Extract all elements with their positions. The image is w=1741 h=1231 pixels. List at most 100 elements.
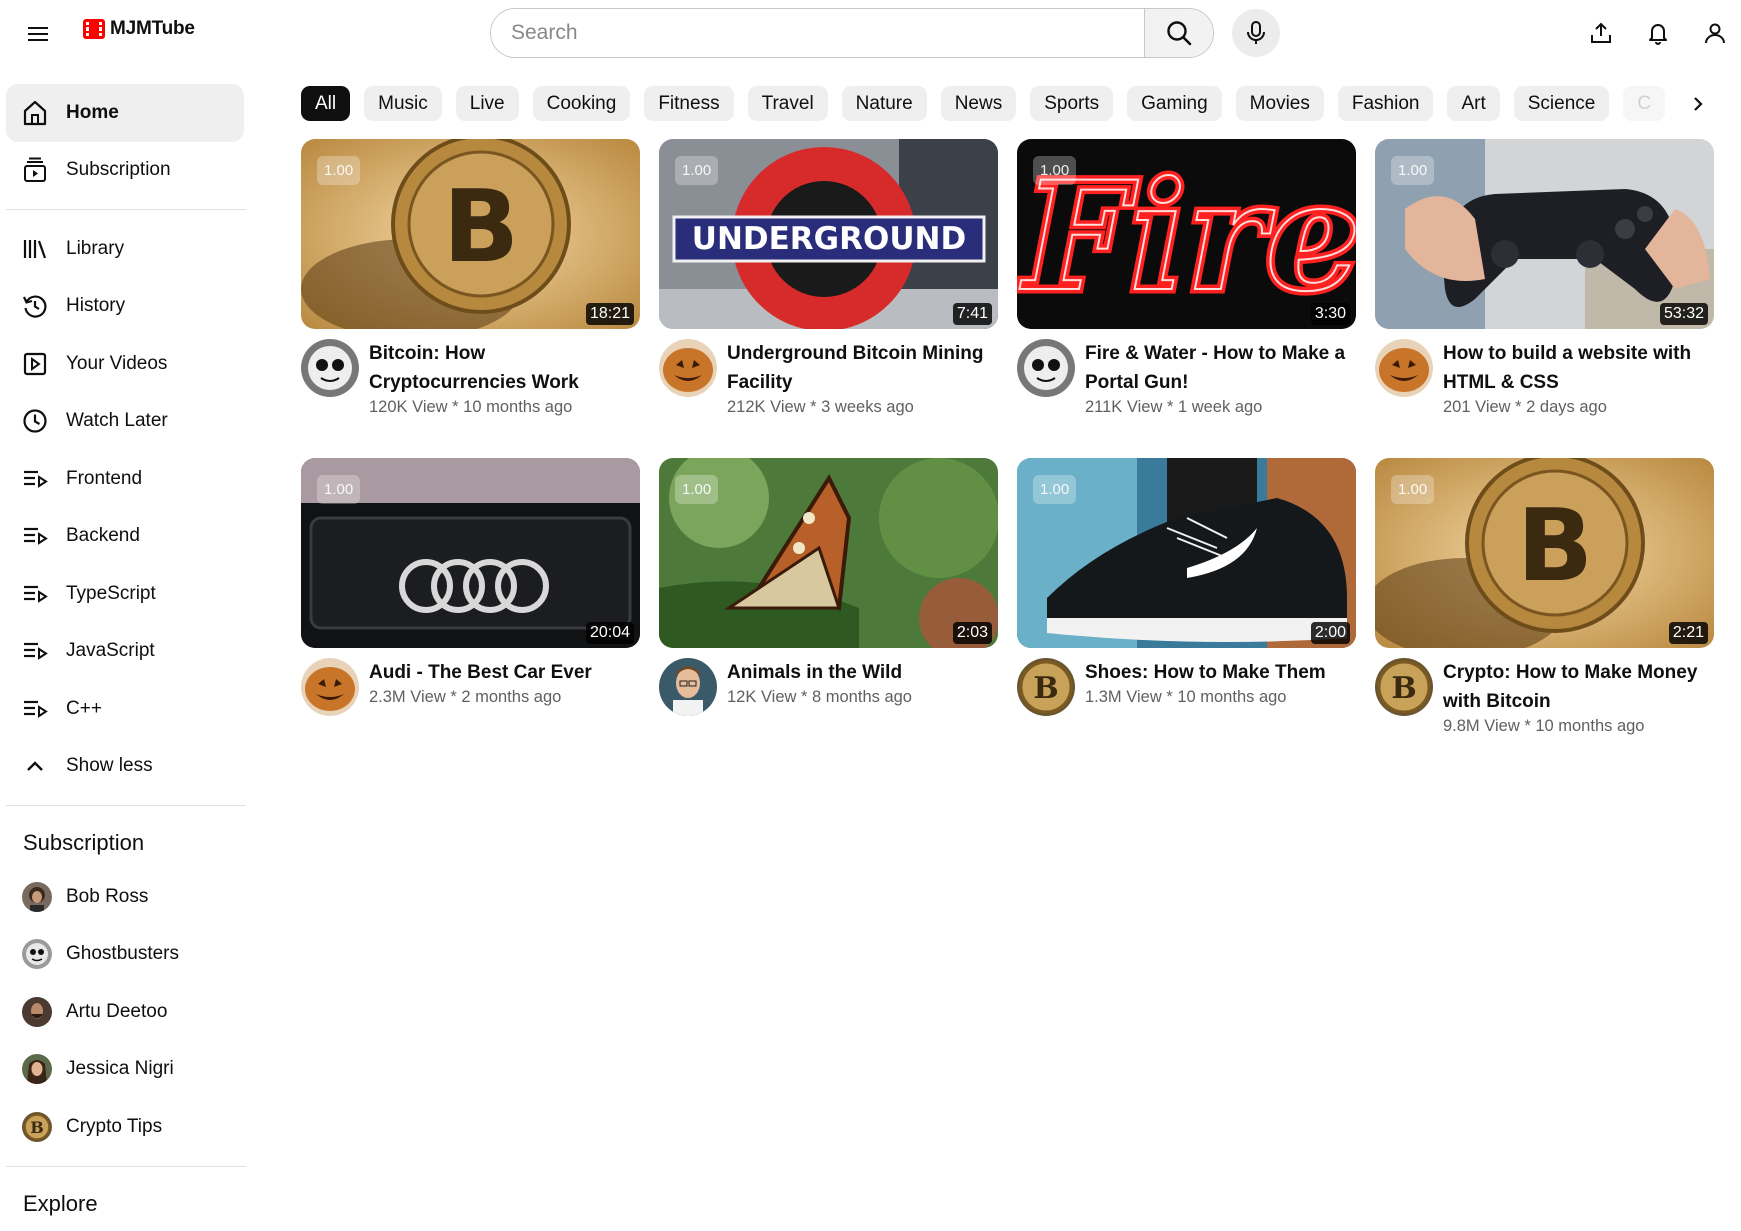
video-card[interactable]: UNDERGROUND 1.00 7:41 Underground Bitcoi… bbox=[659, 139, 998, 441]
chip-science[interactable]: Science bbox=[1513, 86, 1610, 121]
subscription-heading: Subscription bbox=[23, 830, 145, 855]
playback-speed: 1.00 bbox=[1391, 156, 1435, 185]
channel-avatar[interactable] bbox=[301, 339, 359, 397]
video-title[interactable]: Animals in the Wild 12K View * 8 months … bbox=[727, 658, 997, 708]
video-duration: 18:21 bbox=[585, 303, 634, 325]
video-thumbnail[interactable]: 1.00 20:04 bbox=[301, 458, 640, 648]
channel-avatar[interactable] bbox=[659, 339, 717, 397]
sidebar-item-label: Home bbox=[66, 101, 119, 123]
chip-gaming[interactable]: Gaming bbox=[1127, 86, 1222, 121]
subscription-bob-ross[interactable]: Bob Ross bbox=[6, 868, 244, 926]
video-card[interactable]: Fire Fire 1.00 3:30 Fire & Water - How t… bbox=[1017, 139, 1356, 441]
channel-avatar[interactable] bbox=[659, 658, 717, 716]
app-logo[interactable]: MJMTube bbox=[82, 18, 195, 40]
chip-music[interactable]: Music bbox=[364, 86, 442, 121]
video-card[interactable]: B 1.00 2:21 B Crypto: How to Make Money … bbox=[1375, 458, 1714, 760]
chip-art[interactable]: Art bbox=[1447, 86, 1500, 121]
chip-travel[interactable]: Travel bbox=[747, 86, 828, 121]
video-thumbnail[interactable]: 1.00 53:32 bbox=[1375, 139, 1714, 329]
video-stats: 201 View * 2 days ago bbox=[1443, 398, 1607, 416]
svg-text:B: B bbox=[1033, 671, 1058, 706]
video-thumbnail[interactable]: 1.00 2:03 bbox=[659, 458, 998, 648]
sidebar-item-typescript[interactable]: TypeScript bbox=[6, 565, 244, 623]
menu-icon[interactable] bbox=[18, 14, 58, 54]
video-title[interactable]: Fire & Water - How to Make a Portal Gun!… bbox=[1085, 339, 1355, 418]
user-icon[interactable] bbox=[1698, 16, 1732, 50]
channel-avatar[interactable]: B bbox=[1375, 658, 1433, 716]
sidebar-item-frontend[interactable]: Frontend bbox=[6, 450, 244, 508]
chevron-right-icon[interactable] bbox=[1680, 86, 1716, 122]
channel-avatar[interactable] bbox=[1375, 339, 1433, 397]
sidebar-item-label: Frontend bbox=[66, 467, 143, 489]
chip-sports[interactable]: Sports bbox=[1030, 86, 1114, 121]
video-thumbnail[interactable]: Fire Fire 1.00 3:30 bbox=[1017, 139, 1356, 329]
video-title[interactable]: Shoes: How to Make Them 1.3M View * 10 m… bbox=[1085, 658, 1355, 708]
subscription-ghostbusters[interactable]: Ghostbusters bbox=[6, 926, 244, 984]
playlist-icon bbox=[20, 464, 50, 494]
chip-fitness[interactable]: Fitness bbox=[644, 86, 734, 121]
playlist-icon bbox=[20, 521, 50, 551]
video-title[interactable]: How to build a website with HTML & CSS 2… bbox=[1443, 339, 1713, 418]
video-meta: Audi - The Best Car Ever 2.3M View * 2 m… bbox=[301, 648, 640, 760]
sidebar-item-history[interactable]: History bbox=[6, 278, 244, 336]
sidebar-item-your-videos[interactable]: Your Videos bbox=[6, 335, 244, 393]
channel-avatar[interactable] bbox=[301, 658, 359, 716]
sidebar-divider bbox=[6, 209, 246, 210]
video-title[interactable]: Bitcoin: How Cryptocurrencies Work 120K … bbox=[369, 339, 639, 418]
video-duration: 20:04 bbox=[585, 622, 634, 644]
video-card[interactable]: 1.00 2:00 B Shoes: How to Make Them 1.3M… bbox=[1017, 458, 1356, 760]
chip-news[interactable]: News bbox=[940, 86, 1017, 121]
subscription-crypto-tips[interactable]: B Crypto Tips bbox=[6, 1098, 244, 1156]
sidebar-item-home[interactable]: Home bbox=[6, 84, 244, 142]
sidebar-item-subscription[interactable]: Subscription bbox=[6, 142, 244, 200]
history-icon bbox=[20, 291, 50, 321]
sidebar-show-less[interactable]: Show less bbox=[6, 738, 244, 796]
subscription-jessica-nigri[interactable]: Jessica Nigri bbox=[6, 1041, 244, 1099]
sidebar-item-library[interactable]: Library bbox=[6, 220, 244, 278]
sidebar-item-label: Backend bbox=[66, 525, 140, 547]
video-card[interactable]: 1.00 53:32 How to build a website with H… bbox=[1375, 139, 1714, 441]
subscription-artu-deetoo[interactable]: Artu Deetoo bbox=[6, 983, 244, 1041]
chip-movies[interactable]: Movies bbox=[1235, 86, 1324, 121]
video-thumbnail[interactable]: B 1.00 18:21 bbox=[301, 139, 640, 329]
video-card[interactable]: 1.00 2:03 Animals in the Wild 12K View *… bbox=[659, 458, 998, 760]
chip-partial[interactable]: C bbox=[1623, 86, 1666, 121]
video-title[interactable]: Crypto: How to Make Money with Bitcoin 9… bbox=[1443, 658, 1713, 737]
video-card[interactable]: 1.00 20:04 Audi - The Best Car Ever 2.3M… bbox=[301, 458, 640, 760]
sidebar-item-cpp[interactable]: C++ bbox=[6, 680, 244, 738]
video-card[interactable]: B 1.00 18:21 Bitcoin: How Cryptocurrenci… bbox=[301, 139, 640, 441]
sidebar-item-label: Library bbox=[66, 237, 125, 259]
video-duration: 2:03 bbox=[952, 622, 992, 644]
sidebar-item-backend[interactable]: Backend bbox=[6, 508, 244, 566]
video-thumbnail[interactable]: 1.00 2:00 bbox=[1017, 458, 1356, 648]
video-duration: 2:00 bbox=[1310, 622, 1350, 644]
sidebar-item-label: C++ bbox=[66, 697, 102, 719]
channel-avatar[interactable] bbox=[1017, 339, 1075, 397]
video-thumbnail[interactable]: UNDERGROUND 1.00 7:41 bbox=[659, 139, 998, 329]
sidebar-item-label: Show less bbox=[66, 755, 153, 777]
search-button[interactable] bbox=[1144, 9, 1213, 57]
channel-avatar[interactable]: B bbox=[1017, 658, 1075, 716]
voice-search-button[interactable] bbox=[1232, 9, 1280, 57]
video-meta: B Crypto: How to Make Money with Bitcoin… bbox=[1375, 648, 1714, 760]
chip-cooking[interactable]: Cooking bbox=[532, 86, 631, 121]
sidebar-item-javascript[interactable]: JavaScript bbox=[6, 623, 244, 681]
avatar bbox=[22, 939, 52, 970]
bell-icon[interactable] bbox=[1641, 16, 1675, 50]
video-title-text: Crypto: How to Make Money with Bitcoin bbox=[1443, 662, 1698, 712]
video-title[interactable]: Audi - The Best Car Ever 2.3M View * 2 m… bbox=[369, 658, 639, 708]
video-stats: 212K View * 3 weeks ago bbox=[727, 398, 914, 416]
chip-all[interactable]: All bbox=[301, 86, 351, 121]
sidebar-item-watch-later[interactable]: Watch Later bbox=[6, 393, 244, 451]
video-stats: 211K View * 1 week ago bbox=[1085, 398, 1263, 416]
chip-fashion[interactable]: Fashion bbox=[1337, 86, 1434, 121]
logo-icon bbox=[82, 18, 106, 40]
playback-speed: 1.00 bbox=[1391, 475, 1435, 504]
video-thumbnail[interactable]: B 1.00 2:21 bbox=[1375, 458, 1714, 648]
video-title[interactable]: Underground Bitcoin Mining Facility 212K… bbox=[727, 339, 997, 418]
upload-icon[interactable] bbox=[1584, 16, 1618, 50]
chip-nature[interactable]: Nature bbox=[841, 86, 927, 121]
search-input[interactable] bbox=[491, 9, 1144, 57]
chip-live[interactable]: Live bbox=[455, 86, 519, 121]
playlist-icon bbox=[20, 636, 50, 666]
